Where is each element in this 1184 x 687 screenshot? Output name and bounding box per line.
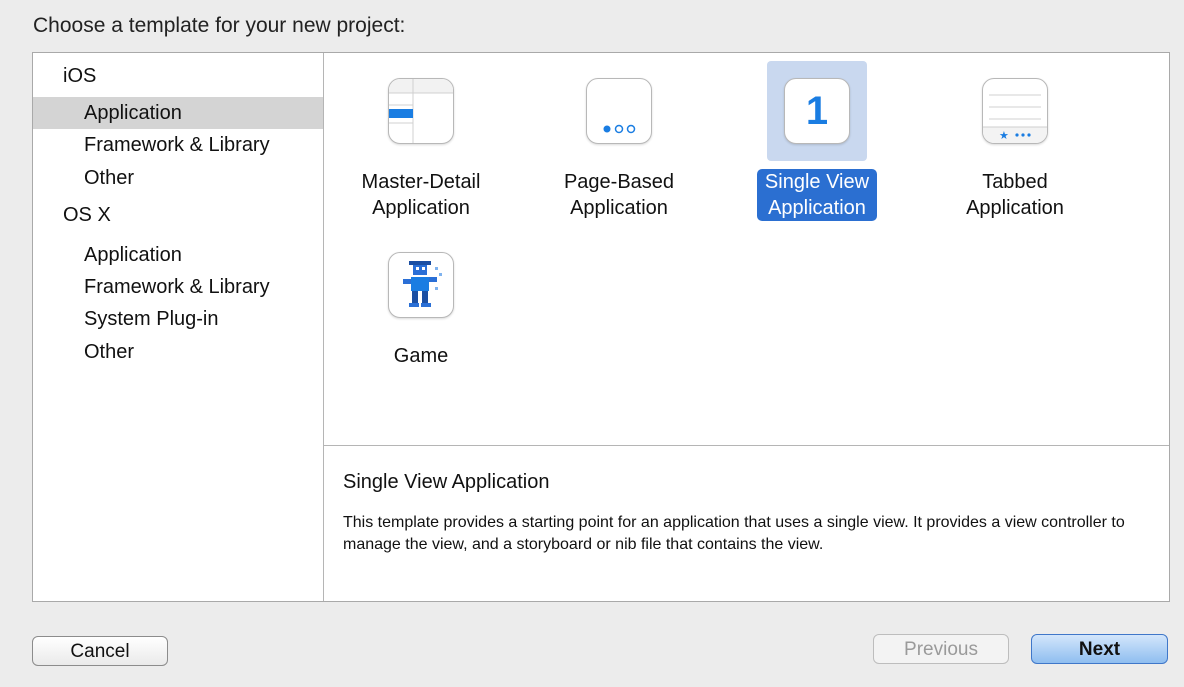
- sidebar-item-osx-other[interactable]: Other: [33, 336, 323, 368]
- game-icon: [388, 252, 454, 318]
- sidebar-item-ios-framework-library[interactable]: Framework & Library: [33, 129, 323, 161]
- template-description: Single View Application This template pr…: [324, 446, 1169, 601]
- sidebar-item-osx-framework-library[interactable]: Framework & Library: [33, 271, 323, 303]
- template-label: Game: [386, 343, 456, 369]
- template-single-view[interactable]: 1 Single View Application: [727, 61, 907, 221]
- sidebar-item-ios-other[interactable]: Other: [33, 162, 323, 194]
- description-title: Single View Application: [343, 471, 550, 493]
- next-button[interactable]: Next: [1031, 634, 1168, 664]
- template-game[interactable]: Game: [331, 235, 511, 369]
- single-view-icon: 1: [784, 78, 850, 144]
- template-label-line2: Application: [768, 197, 866, 219]
- svg-text:★: ★: [999, 129, 1009, 142]
- template-icon-wrap: 1: [767, 61, 867, 161]
- template-label-line1: Game: [393, 345, 449, 367]
- template-label-line1: Single View: [764, 171, 870, 193]
- template-icon-wrap: [371, 61, 471, 161]
- dialog-title: Choose a template for your new project:: [33, 14, 406, 37]
- template-label: Page-Based Application: [556, 169, 682, 221]
- template-label: Master-Detail Application: [354, 169, 489, 221]
- template-label-line1: Master-Detail: [361, 171, 481, 193]
- template-label-line1: Tabbed: [982, 171, 1048, 193]
- template-tabbed[interactable]: ★ Tabbed Application: [925, 61, 1105, 221]
- page-based-icon: [586, 78, 652, 144]
- single-view-number: 1: [805, 89, 829, 133]
- template-grid: Master-Detail Application Page-Based Appli…: [324, 53, 1169, 446]
- template-icon-wrap: ★: [965, 61, 1065, 161]
- platform-sidebar: iOS Application Framework & Library Othe…: [33, 53, 324, 601]
- sidebar-group-osx: OS X: [63, 204, 111, 226]
- template-label-line1: Page-Based: [563, 171, 675, 193]
- sidebar-item-ios-application[interactable]: Application: [33, 97, 323, 129]
- cancel-button[interactable]: Cancel: [32, 636, 168, 666]
- template-page-based[interactable]: Page-Based Application: [529, 61, 709, 221]
- template-label: Tabbed Application: [958, 169, 1072, 221]
- sidebar-item-osx-system-plugin[interactable]: System Plug-in: [33, 303, 323, 335]
- template-label: Single View Application: [756, 169, 878, 221]
- template-master-detail[interactable]: Master-Detail Application: [331, 61, 511, 221]
- template-label-line2: Application: [966, 197, 1064, 219]
- sidebar-group-ios: iOS: [63, 65, 97, 87]
- template-label-line2: Application: [372, 197, 470, 219]
- template-icon-wrap: [569, 61, 669, 161]
- template-panel: iOS Application Framework & Library Othe…: [32, 52, 1170, 602]
- template-label-line2: Application: [570, 197, 668, 219]
- tabbed-icon: ★: [982, 78, 1048, 144]
- sidebar-item-osx-application[interactable]: Application: [33, 239, 323, 271]
- master-detail-icon: [388, 78, 454, 144]
- template-icon-wrap: [371, 235, 471, 335]
- description-body: This template provides a starting point …: [343, 514, 1125, 553]
- previous-button[interactable]: Previous: [873, 634, 1009, 664]
